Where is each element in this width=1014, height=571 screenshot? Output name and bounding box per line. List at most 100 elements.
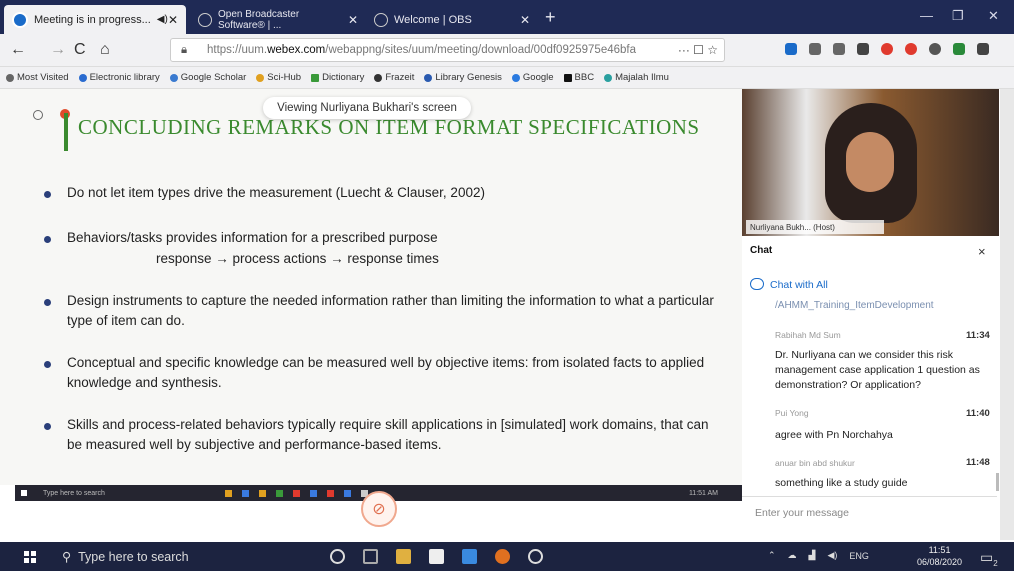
chat-message-text: /AHMM_Training_ItemDevelopment: [775, 300, 934, 311]
tab-meeting[interactable]: Meeting is in progress... ◀) ✕: [4, 5, 186, 34]
taskbar-clock[interactable]: 11:51 06/08/2020: [917, 544, 962, 568]
home-icon[interactable]: ⌂: [100, 41, 110, 59]
tab-label: Welcome | OBS: [394, 13, 472, 26]
bullet-text: Behaviors/tasks provides information for…: [67, 230, 438, 245]
firefox-icon[interactable]: [495, 549, 510, 564]
taskbar-apps: [330, 549, 543, 564]
bookmark-label: Google Scholar: [180, 72, 247, 83]
address-bar[interactable]: 🔒︎ https://uum. webex.com/webappng/sites/…: [170, 38, 725, 62]
page-actions-icon[interactable]: ··· ☐ ☆: [673, 43, 718, 57]
globe-icon: [78, 73, 87, 82]
windows-start-icon[interactable]: [24, 551, 36, 563]
dictionary-icon: [311, 73, 320, 82]
extension-icon[interactable]: [905, 43, 917, 55]
scihub-icon: [256, 73, 265, 82]
mail-icon[interactable]: [462, 549, 477, 564]
bullet-subline: response → process actions → response ti…: [156, 251, 439, 266]
chat-title: Chat: [750, 245, 773, 256]
bookmark-item[interactable]: Majalah Ilmu: [604, 72, 669, 83]
participant-face: [846, 132, 894, 192]
close-tab-icon[interactable]: ✕: [348, 13, 358, 27]
obs-icon[interactable]: [528, 549, 543, 564]
chat-sender: Rabihah Md Sum: [775, 330, 841, 340]
library-icon[interactable]: [809, 43, 821, 55]
tab-label: Meeting is in progress...: [34, 13, 151, 26]
shared-screen: CONCLUDING REMARKS ON ITEM FORMAT SPECIF…: [0, 89, 742, 485]
language-indicator[interactable]: ENG: [849, 551, 869, 561]
navigation-bar: ← → C ⌂ 🔒︎ https://uum. webex.com/webappn…: [0, 34, 1014, 67]
page-scrollbar[interactable]: [1000, 89, 1014, 540]
bullet-icon: [44, 361, 51, 368]
file-explorer-icon[interactable]: [396, 549, 411, 564]
notification-count: 2: [993, 558, 998, 568]
forward-icon[interactable]: →: [50, 41, 66, 59]
volume-icon[interactable]: ◀): [827, 550, 837, 561]
adblock-icon[interactable]: [881, 43, 893, 55]
bookmark-label: BBC: [574, 72, 595, 83]
tray-chevron-icon[interactable]: ⌃: [768, 550, 776, 561]
reload-icon[interactable]: C: [74, 41, 86, 59]
system-tray: ⌃ ☁ ▟ ◀) ENG: [768, 550, 869, 561]
chat-message-text: something like a study guide: [775, 477, 908, 489]
shared-search-text: Type here to search: [43, 489, 105, 497]
back-icon[interactable]: ←: [10, 41, 26, 59]
chat-time: 11:34: [966, 330, 990, 341]
taskbar-search[interactable]: ⚲ Type here to search: [62, 549, 189, 564]
store-icon[interactable]: [429, 549, 444, 564]
bookmark-item[interactable]: Google: [511, 72, 554, 83]
close-chat-icon[interactable]: ×: [978, 244, 986, 259]
window-close-icon[interactable]: ✕: [988, 8, 999, 24]
close-tab-icon[interactable]: ✕: [168, 13, 178, 27]
tab-welcome-obs[interactable]: Welcome | OBS ✕: [366, 5, 538, 34]
menu-icon[interactable]: [977, 43, 989, 55]
bookmark-item[interactable]: Frazeit: [374, 72, 414, 83]
chat-sender: anuar bin abd shukur: [775, 458, 855, 468]
minimize-icon[interactable]: —: [920, 8, 933, 23]
bullet-text: Conceptual and specific knowledge can be…: [67, 355, 705, 390]
sidebar-icon[interactable]: [833, 43, 845, 55]
notifications-icon[interactable]: ▭2: [980, 549, 998, 568]
bookmark-item[interactable]: BBC: [563, 72, 595, 83]
url-domain: webex.com: [267, 44, 326, 56]
bookmark-item[interactable]: Sci-Hub: [256, 72, 301, 83]
chat-input[interactable]: Enter your message: [742, 496, 997, 540]
tab-obs[interactable]: Open Broadcaster Software® | ... ✕: [190, 5, 366, 34]
url-prefix: https://uum.: [207, 44, 268, 56]
scholar-icon: [169, 73, 178, 82]
bookmark-item[interactable]: Library Genesis: [424, 72, 502, 83]
bookmark-item[interactable]: Dictionary: [311, 72, 364, 83]
google-icon: [511, 73, 520, 82]
close-tab-icon[interactable]: ✕: [520, 13, 530, 27]
speaker-icon[interactable]: ◀): [157, 14, 168, 25]
obs-icon: [374, 12, 388, 27]
toolbar-extensions: [785, 43, 989, 55]
extension-icon[interactable]: [857, 43, 869, 55]
restore-icon[interactable]: ❐: [952, 8, 964, 24]
download-icon[interactable]: [785, 43, 797, 55]
bullet-text: Design instruments to capture the needed…: [67, 293, 714, 328]
microphone-muted-icon[interactable]: ⊘: [361, 491, 397, 527]
task-view-icon[interactable]: [363, 549, 378, 564]
cloud-icon[interactable]: ☁: [788, 550, 797, 561]
options-icon[interactable]: [33, 110, 43, 120]
bookmark-label: Electronic library: [89, 72, 160, 83]
bookmarks-bar: Most Visited Electronic library Google S…: [0, 67, 1014, 89]
extension-icon[interactable]: [953, 43, 965, 55]
bookmark-item[interactable]: Most Visited: [6, 72, 69, 83]
new-tab-button[interactable]: +: [545, 7, 556, 28]
extension-icon[interactable]: [929, 43, 941, 55]
clock-date: 06/08/2020: [917, 557, 963, 567]
bookmark-item[interactable]: Google Scholar: [169, 72, 247, 83]
url-path: /webappng/sites/uum/meeting/download/00d…: [325, 44, 637, 56]
chat-scrollbar[interactable]: [996, 473, 999, 491]
host-name-label: Nurliyana Bukh... (Host): [746, 220, 884, 234]
bookmark-item[interactable]: Electronic library: [78, 72, 160, 83]
windows-icon: [21, 490, 27, 496]
cortana-icon[interactable]: [330, 549, 345, 564]
chat-message-text: agree with Pn Norchahya: [775, 429, 893, 441]
obs-icon: [198, 12, 212, 27]
chat-header: Chat: [742, 238, 999, 262]
frazeit-icon: [374, 73, 383, 82]
chat-with-all[interactable]: Chat with All: [770, 279, 828, 291]
network-icon[interactable]: ▟: [809, 550, 816, 561]
